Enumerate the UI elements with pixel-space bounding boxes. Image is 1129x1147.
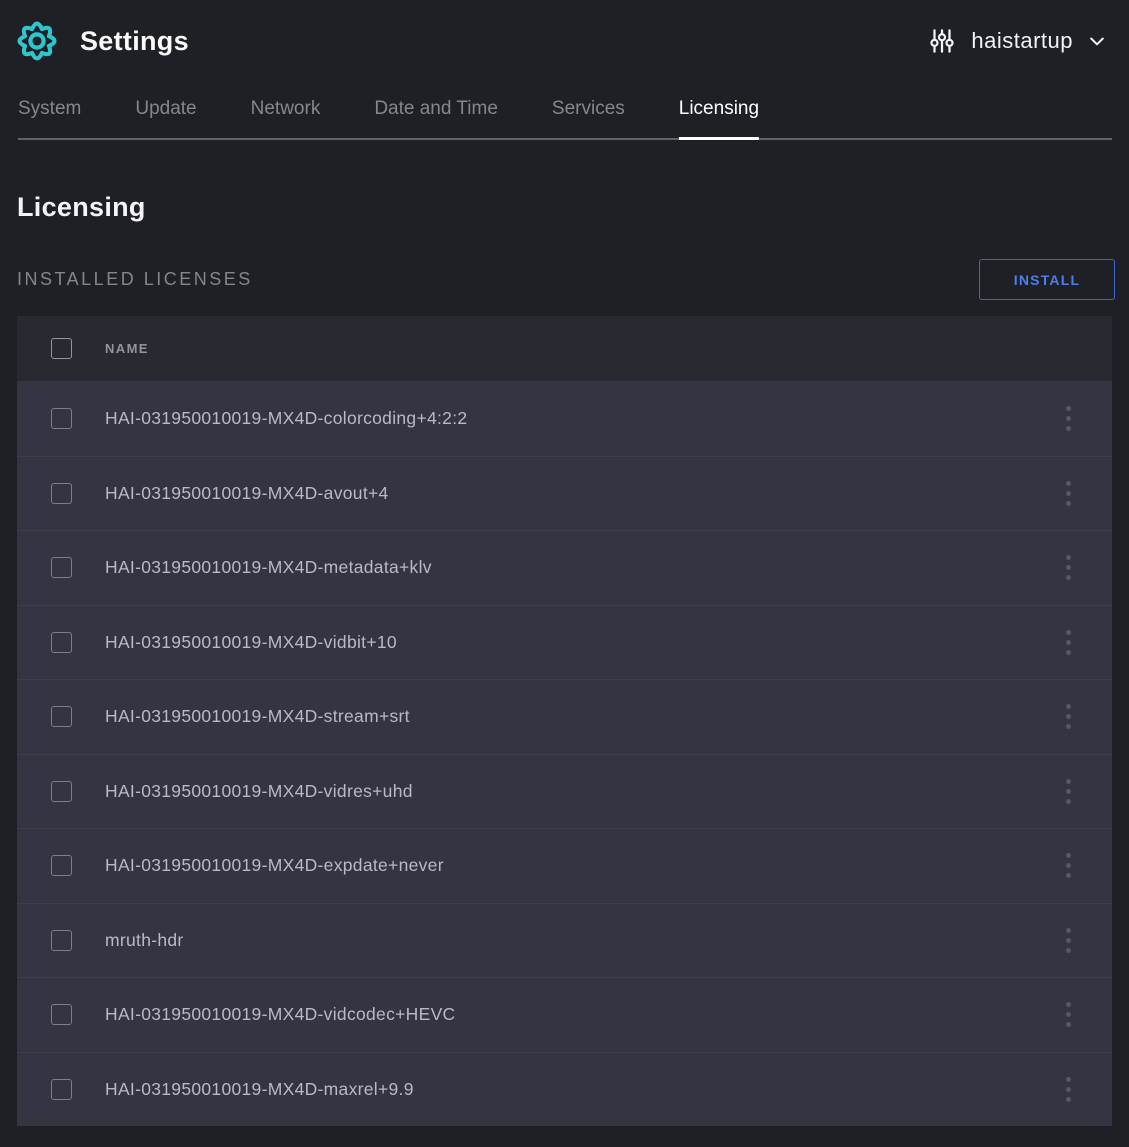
- license-table: NAME HAI-031950010019-MX4D-colorcoding+4…: [17, 316, 1112, 1126]
- settings-tab-bar: System Update Network Date and Time Serv…: [18, 84, 1112, 140]
- tab-system[interactable]: System: [18, 84, 81, 138]
- sliders-icon: [927, 26, 957, 56]
- license-name: HAI-031950010019-MX4D-maxrel+9.9: [105, 1079, 414, 1099]
- license-name: HAI-031950010019-MX4D-colorcoding+4:2:2: [105, 408, 467, 428]
- tab-services[interactable]: Services: [552, 84, 625, 138]
- table-row[interactable]: HAI-031950010019-MX4D-vidcodec+HEVC: [17, 977, 1112, 1052]
- license-name: mruth-hdr: [105, 930, 184, 950]
- account-name: haistartup: [971, 28, 1073, 54]
- row-checkbox[interactable]: [51, 706, 72, 727]
- row-menu-icon[interactable]: [1060, 624, 1077, 661]
- app-title: Settings: [80, 26, 189, 57]
- table-row[interactable]: HAI-031950010019-MX4D-stream+srt: [17, 679, 1112, 754]
- row-menu-icon[interactable]: [1060, 847, 1077, 884]
- tab-update[interactable]: Update: [135, 84, 196, 138]
- license-name: HAI-031950010019-MX4D-stream+srt: [105, 706, 410, 726]
- row-checkbox[interactable]: [51, 1004, 72, 1025]
- license-name: HAI-031950010019-MX4D-avout+4: [105, 483, 389, 503]
- table-row[interactable]: mruth-hdr: [17, 903, 1112, 978]
- row-checkbox[interactable]: [51, 408, 72, 429]
- row-menu-icon[interactable]: [1060, 1071, 1077, 1108]
- license-name: HAI-031950010019-MX4D-metadata+klv: [105, 557, 432, 577]
- account-menu[interactable]: haistartup: [927, 26, 1113, 56]
- row-checkbox[interactable]: [51, 855, 72, 876]
- license-name: HAI-031950010019-MX4D-vidbit+10: [105, 632, 397, 652]
- settings-gear-icon: [14, 18, 60, 64]
- table-header-row: NAME: [17, 316, 1112, 381]
- row-menu-icon[interactable]: [1060, 475, 1077, 512]
- table-row[interactable]: HAI-031950010019-MX4D-avout+4: [17, 456, 1112, 531]
- row-checkbox[interactable]: [51, 930, 72, 951]
- app-header: Settings haistartup: [0, 0, 1129, 78]
- row-menu-icon[interactable]: [1060, 698, 1077, 735]
- table-row[interactable]: HAI-031950010019-MX4D-expdate+never: [17, 828, 1112, 903]
- page-title: Licensing: [17, 192, 1112, 223]
- table-row[interactable]: HAI-031950010019-MX4D-maxrel+9.9: [17, 1052, 1112, 1127]
- row-checkbox[interactable]: [51, 557, 72, 578]
- row-checkbox[interactable]: [51, 781, 72, 802]
- table-row[interactable]: HAI-031950010019-MX4D-colorcoding+4:2:2: [17, 381, 1112, 456]
- row-checkbox[interactable]: [51, 483, 72, 504]
- installed-licenses-header: INSTALLED LICENSES INSTALL: [17, 259, 1115, 300]
- section-title: INSTALLED LICENSES: [17, 269, 253, 290]
- install-button[interactable]: INSTALL: [979, 259, 1115, 300]
- row-menu-icon[interactable]: [1060, 400, 1077, 437]
- tab-licensing[interactable]: Licensing: [679, 84, 759, 138]
- row-menu-icon[interactable]: [1060, 549, 1077, 586]
- license-name: HAI-031950010019-MX4D-expdate+never: [105, 855, 444, 875]
- table-row[interactable]: HAI-031950010019-MX4D-vidres+uhd: [17, 754, 1112, 829]
- tab-network[interactable]: Network: [251, 84, 321, 138]
- select-all-checkbox[interactable]: [51, 338, 72, 359]
- row-checkbox[interactable]: [51, 1079, 72, 1100]
- table-row[interactable]: HAI-031950010019-MX4D-vidbit+10: [17, 605, 1112, 680]
- name-column-header: NAME: [105, 341, 149, 356]
- table-row[interactable]: HAI-031950010019-MX4D-metadata+klv: [17, 530, 1112, 605]
- row-checkbox[interactable]: [51, 632, 72, 653]
- row-menu-icon[interactable]: [1060, 922, 1077, 959]
- license-name: HAI-031950010019-MX4D-vidres+uhd: [105, 781, 413, 801]
- row-menu-icon[interactable]: [1060, 773, 1077, 810]
- tab-date-and-time[interactable]: Date and Time: [374, 84, 498, 138]
- chevron-down-icon: [1087, 31, 1107, 51]
- table-body: HAI-031950010019-MX4D-colorcoding+4:2:2 …: [17, 381, 1112, 1126]
- license-name: HAI-031950010019-MX4D-vidcodec+HEVC: [105, 1004, 455, 1024]
- row-menu-icon[interactable]: [1060, 996, 1077, 1033]
